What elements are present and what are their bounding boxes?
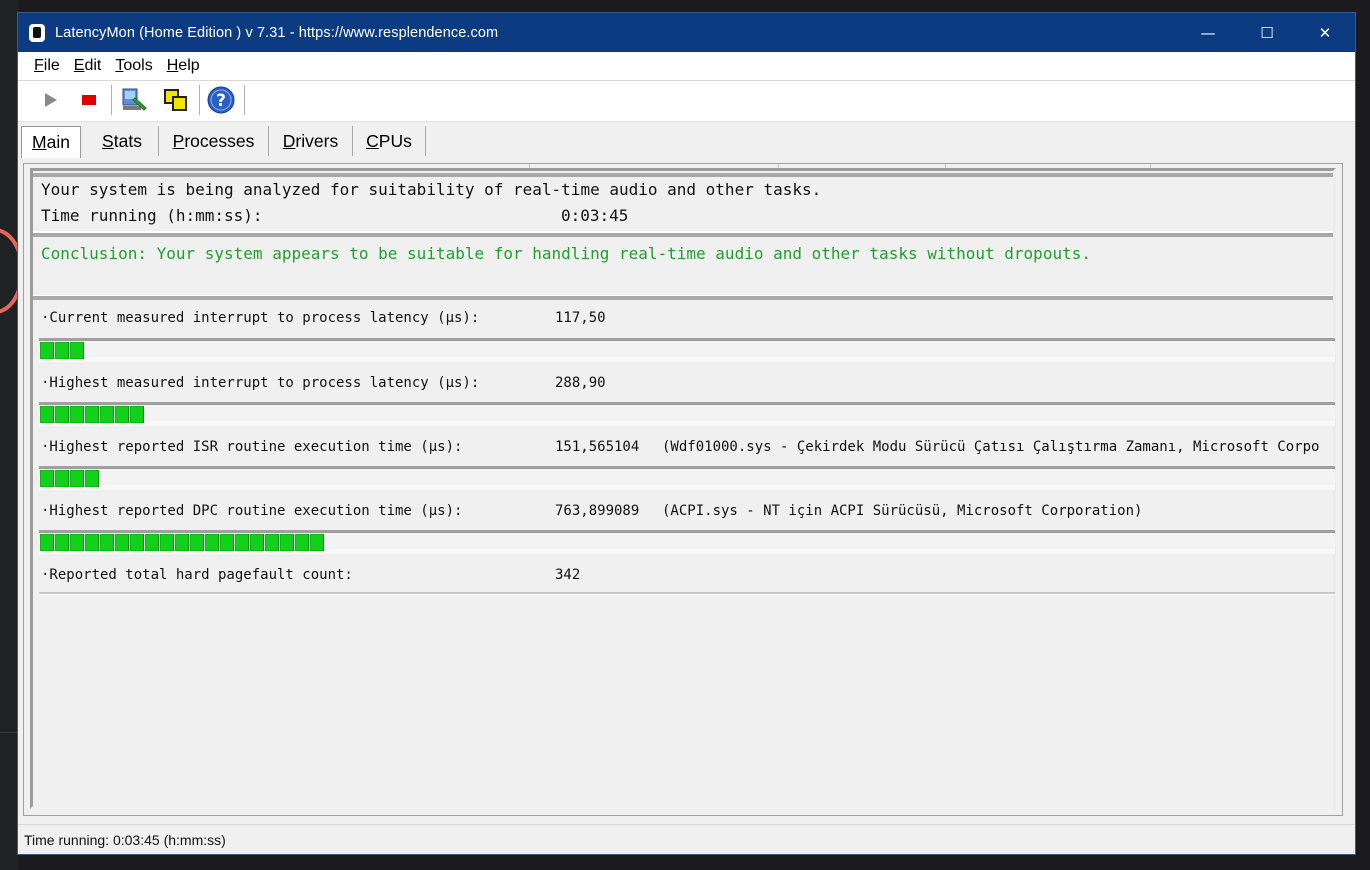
meter-segment <box>130 406 144 423</box>
play-icon <box>45 93 57 107</box>
meter-segment <box>280 534 294 551</box>
menu-bar: File Edit Tools Help <box>18 52 1355 80</box>
meter-segment <box>190 534 204 551</box>
latency-meter <box>39 338 1335 362</box>
menu-file[interactable]: File <box>34 57 60 75</box>
metric-label: ·Reported total hard pagefault count: <box>41 567 353 583</box>
windows-icon <box>164 89 187 111</box>
meter-segment <box>55 342 69 359</box>
latencymon-window: LatencyMon (Home Edition ) v 7.31 - http… <box>17 12 1356 855</box>
tab-strip: Main Stats Processes Drivers C PUs <box>18 123 1355 159</box>
metrics-panel: ·Current measured interrupt to process l… <box>33 296 1335 810</box>
latency-meter <box>39 530 1335 554</box>
meter-segment <box>40 342 54 359</box>
metric-driver-info: (Wdf01000.sys - Çekirdek Modu Sürücü Çat… <box>662 439 1320 455</box>
meter-segment <box>85 534 99 551</box>
time-running-label: Time running (h:mm:ss): <box>41 206 263 225</box>
analysis-text: Your system is being analyzed for suitab… <box>41 180 822 199</box>
meter-segment <box>175 534 189 551</box>
metric-label: ·Current measured interrupt to process l… <box>41 310 480 326</box>
main-panel: Your system is being analyzed for suitab… <box>30 168 1336 810</box>
tab-drivers[interactable]: Drivers <box>269 126 353 156</box>
maximize-button[interactable]: ☐ <box>1238 13 1296 52</box>
conclusion-text: Conclusion: Your system appears to be su… <box>41 244 1091 263</box>
latency-meter <box>39 466 1335 490</box>
stop-button[interactable] <box>75 86 103 114</box>
metric-value: 763,899089 <box>555 503 640 519</box>
tab-processes[interactable]: Processes <box>159 126 269 156</box>
svg-text:?: ? <box>216 91 226 111</box>
meter-segment <box>40 470 54 487</box>
meter-segment <box>145 534 159 551</box>
meter-segment <box>85 470 99 487</box>
menu-edit[interactable]: Edit <box>74 57 102 75</box>
pagefault-divider <box>39 592 1335 595</box>
latency-meter <box>39 402 1335 426</box>
meter-segment <box>295 534 309 551</box>
help-icon: ? <box>207 86 235 114</box>
metric-label: ·Highest reported DPC routine execution … <box>41 503 463 519</box>
meter-segment <box>55 470 69 487</box>
conclusion-panel: Conclusion: Your system appears to be su… <box>33 233 1333 297</box>
window-title: LatencyMon (Home Edition ) v 7.31 - http… <box>55 24 499 41</box>
meter-segment <box>70 406 84 423</box>
tab-stats[interactable]: Stats <box>86 126 159 156</box>
meter-segment <box>160 534 174 551</box>
analysis-panel: Your system is being analyzed for suitab… <box>33 173 1333 233</box>
meter-segment <box>100 406 114 423</box>
help-button[interactable]: ? <box>207 86 235 114</box>
meter-segment <box>70 342 84 359</box>
status-bar: Time running: 0:03:45 (h:mm:ss) <box>18 824 1355 854</box>
menu-tools[interactable]: Tools <box>115 57 152 75</box>
desktop-background <box>0 0 18 870</box>
metric-value: 288,90 <box>555 375 606 391</box>
tab-cpus[interactable]: C PUs <box>353 126 426 156</box>
close-icon: ✕ <box>1318 23 1332 42</box>
toolbar: ? <box>18 80 1355 122</box>
meter-segment <box>250 534 264 551</box>
start-button[interactable] <box>36 86 64 114</box>
metric-value: 151,565104 <box>555 439 640 455</box>
main-tab-content: Your system is being analyzed for suitab… <box>23 163 1343 816</box>
status-text: Time running: 0:03:45 (h:mm:ss) <box>24 831 226 848</box>
driver-wizard-button[interactable] <box>120 86 148 114</box>
meter-segment <box>70 534 84 551</box>
windows-button[interactable] <box>162 86 190 114</box>
minimize-button[interactable]: — <box>1179 13 1237 52</box>
toolbar-separator <box>111 85 112 115</box>
close-button[interactable]: ✕ <box>1296 13 1354 52</box>
meter-segment <box>205 534 219 551</box>
metric-label: ·Highest measured interrupt to process l… <box>41 375 480 391</box>
app-icon <box>29 23 45 42</box>
stop-icon <box>82 95 96 105</box>
meter-segment <box>85 406 99 423</box>
toolbar-separator <box>244 85 245 115</box>
meter-segment <box>130 534 144 551</box>
tab-main[interactable]: Main <box>21 126 81 158</box>
meter-segment <box>55 534 69 551</box>
desktop-divider <box>0 732 18 733</box>
meter-segment <box>70 470 84 487</box>
meter-segment <box>40 406 54 423</box>
title-bar[interactable]: LatencyMon (Home Edition ) v 7.31 - http… <box>18 13 1355 52</box>
time-running-value: 0:03:45 <box>561 206 629 225</box>
meter-segment <box>220 534 234 551</box>
metric-value: 117,50 <box>555 310 606 326</box>
meter-segment <box>235 534 249 551</box>
meter-segment <box>310 534 324 551</box>
meter-segment <box>100 534 114 551</box>
meter-segment <box>55 406 69 423</box>
meter-segment <box>265 534 279 551</box>
menu-help[interactable]: Help <box>167 57 200 75</box>
toolbar-separator <box>199 85 200 115</box>
metric-label: ·Highest reported ISR routine execution … <box>41 439 463 455</box>
meter-segment <box>40 534 54 551</box>
metric-value: 342 <box>555 567 581 583</box>
metric-driver-info: (ACPI.sys - NT için ACPI Sürücüsü, Micro… <box>662 503 1143 519</box>
meter-segment <box>115 406 129 423</box>
maximize-icon: ☐ <box>1260 23 1274 42</box>
minimize-icon: — <box>1200 23 1216 42</box>
driver-wizard-icon <box>122 88 147 111</box>
meter-segment <box>115 534 129 551</box>
